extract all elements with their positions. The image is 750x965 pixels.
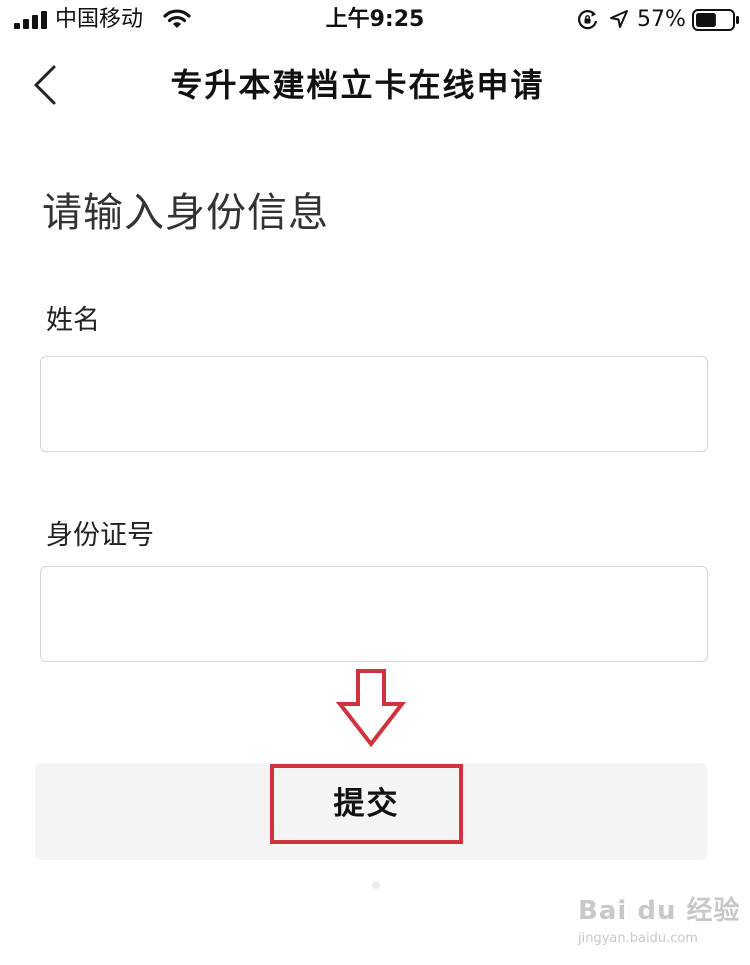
name-input[interactable] — [40, 356, 708, 452]
status-bar: 中国移动 上午9:25 57% — [0, 0, 750, 42]
down-arrow-icon — [336, 669, 406, 748]
watermark-url: jingyan.baidu.com — [578, 931, 698, 946]
id-number-input[interactable] — [40, 566, 708, 662]
id-number-label: 身份证号 — [46, 520, 154, 551]
battery-icon — [692, 9, 739, 31]
submit-button-label[interactable]: 提交 — [270, 764, 463, 844]
watermark-logo: Bai du 经验 — [578, 896, 741, 926]
name-label: 姓名 — [46, 305, 100, 336]
form-heading: 请输入身份信息 — [42, 190, 329, 236]
page-title: 专升本建档立卡在线申请 — [170, 66, 545, 104]
decorative-dot — [372, 881, 380, 889]
rotation-lock-icon — [578, 10, 598, 30]
battery-percent: 57% — [637, 7, 686, 32]
location-icon — [610, 10, 628, 28]
